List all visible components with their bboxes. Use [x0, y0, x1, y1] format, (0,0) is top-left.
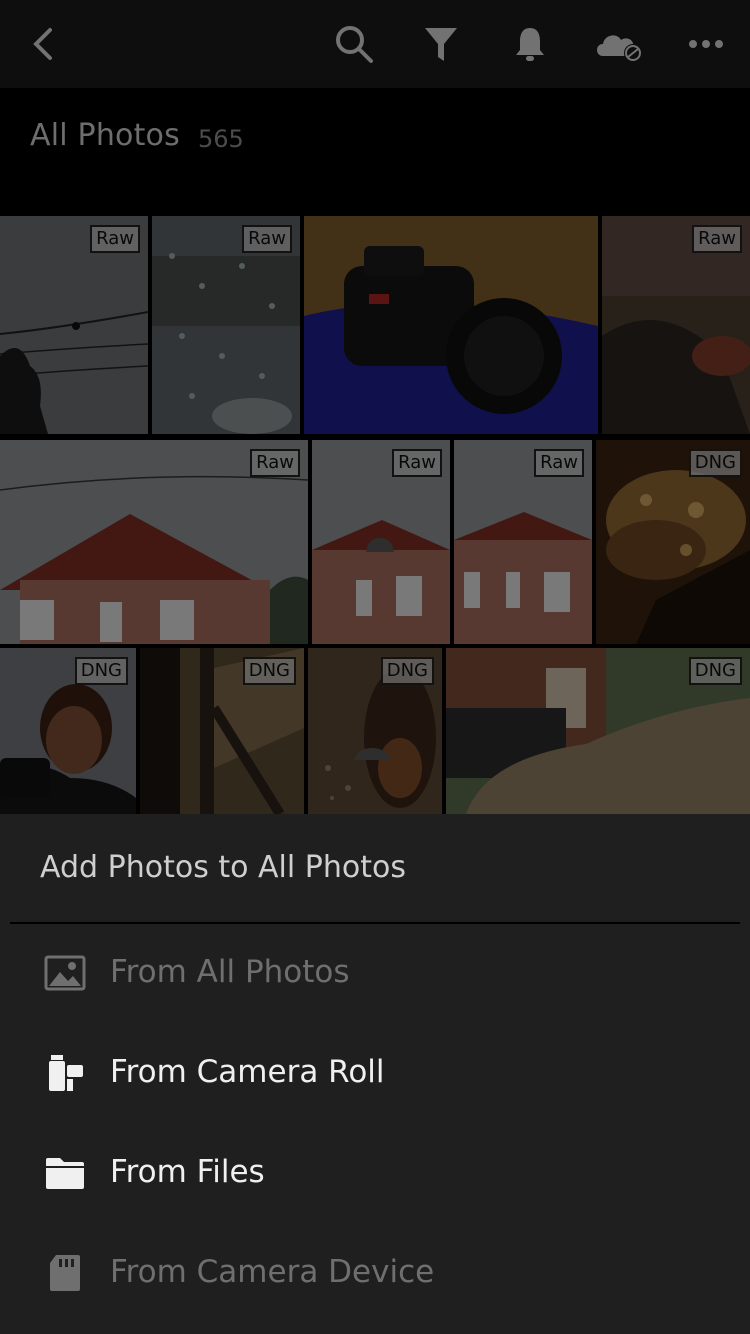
image-icon — [44, 952, 86, 994]
search-icon[interactable] — [332, 22, 376, 66]
sd-card-icon — [44, 1252, 86, 1294]
sheet-title: Add Photos to All Photos — [40, 850, 406, 885]
photo-tile[interactable]: DNG — [140, 648, 304, 814]
photo-count: 565 — [198, 125, 244, 153]
raw-badge: Raw — [250, 449, 300, 477]
raw-badge: Raw — [242, 225, 292, 253]
back-icon[interactable] — [22, 22, 66, 66]
raw-badge: Raw — [392, 449, 442, 477]
raw-badge: Raw — [90, 225, 140, 253]
more-icon[interactable] — [684, 22, 728, 66]
option-from-camera-roll[interactable]: From Camera Roll — [0, 1028, 750, 1118]
option-label: From All Photos — [110, 954, 350, 990]
option-from-camera-device[interactable]: From Camera Device — [0, 1228, 750, 1318]
top-bar — [0, 0, 750, 88]
dng-badge: DNG — [242, 657, 296, 685]
option-label: From Camera Device — [110, 1254, 435, 1290]
photo-tile[interactable]: Raw — [602, 216, 750, 434]
option-label: From Files — [110, 1154, 265, 1190]
photo-tile[interactable]: DNG — [446, 648, 750, 814]
camera-roll-icon — [44, 1052, 86, 1094]
cloud-sync-icon[interactable] — [592, 22, 646, 66]
photo-tile[interactable]: DNG — [308, 648, 442, 814]
raw-badge: Raw — [692, 225, 742, 253]
option-from-all-photos[interactable]: From All Photos — [0, 928, 750, 1018]
dng-badge: DNG — [380, 657, 434, 685]
photo-tile[interactable]: Raw — [454, 440, 592, 644]
option-from-files[interactable]: From Files — [0, 1128, 750, 1218]
add-photos-sheet: Add Photos to All Photos From All Photos… — [0, 814, 750, 1334]
photo-grid: Raw Raw Raw Raw Raw Raw DNG DNG DNG DNG … — [0, 216, 750, 814]
photo-tile[interactable] — [304, 216, 598, 434]
photo-tile[interactable]: DNG — [596, 440, 750, 644]
dng-badge: DNG — [688, 657, 742, 685]
folder-icon — [44, 1152, 86, 1194]
album-title: All Photos — [30, 118, 180, 153]
photo-tile[interactable]: DNG — [0, 648, 136, 814]
bell-icon[interactable] — [508, 22, 552, 66]
photo-tile[interactable]: Raw — [152, 216, 300, 434]
photo-tile[interactable]: Raw — [0, 216, 148, 434]
raw-badge: Raw — [534, 449, 584, 477]
photo-tile[interactable]: Raw — [0, 440, 308, 644]
dng-badge: DNG — [74, 657, 128, 685]
divider — [10, 922, 740, 924]
photo-tile[interactable]: Raw — [312, 440, 450, 644]
filter-icon[interactable] — [419, 22, 463, 66]
dng-badge: DNG — [688, 449, 742, 477]
option-label: From Camera Roll — [110, 1054, 385, 1090]
